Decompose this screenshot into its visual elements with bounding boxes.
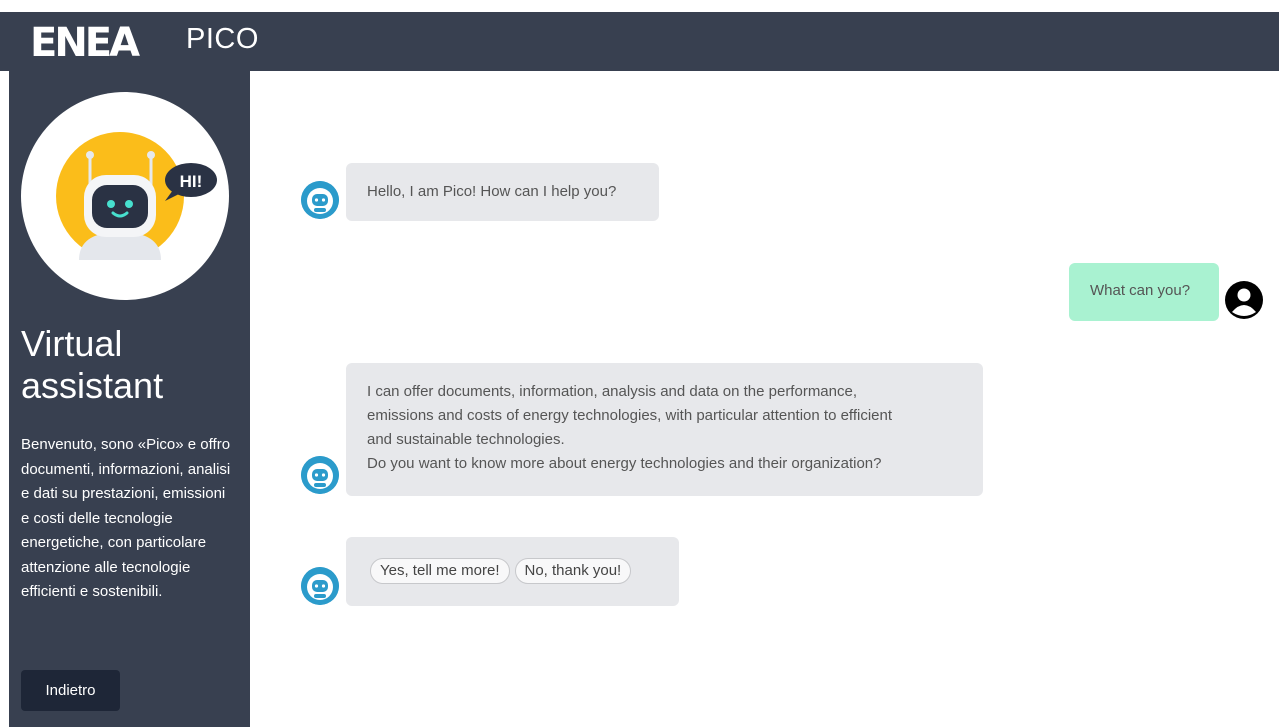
bot-message-bubble: Hello, I am Pico! How can I help you? (346, 163, 659, 221)
bot-message-line: and sustainable technologies. (367, 431, 565, 448)
no-thank-you-button[interactable]: No, thank you! (514, 558, 632, 584)
sidebar-description: Benvenuto, sono «Pico» e offro documenti… (21, 436, 231, 600)
robot-hi-illustration: HI! (56, 132, 217, 260)
robot-icon (301, 567, 339, 605)
user-circle-icon (1224, 280, 1264, 325)
bot-message-bubble: I can offer documents, information, anal… (346, 363, 983, 496)
yes-tell-me-more-button[interactable]: Yes, tell me more! (370, 558, 510, 584)
enea-logo: ENEA (30, 24, 143, 58)
bot-message-text: Hello, I am Pico! How can I help you? (367, 183, 617, 200)
user-message-bubble: What can you? (1069, 263, 1219, 321)
svg-text:HI!: HI! (180, 172, 203, 191)
app-name: PICO (186, 23, 259, 55)
sidebar-title: Virtual assistant (21, 323, 164, 406)
robot-icon (301, 181, 339, 219)
assistant-avatar: HI! (21, 92, 229, 300)
robot-icon (301, 456, 339, 494)
sidebar: HI! Virtual assistant Benvenuto, sono «P… (9, 71, 250, 727)
bot-message-line: emissions and costs of energy technologi… (367, 407, 893, 424)
bot-message-line: Do you want to know more about energy te… (367, 455, 882, 472)
app-header: ENEA PICO (0, 12, 1279, 71)
top-strip (0, 0, 1279, 12)
back-button[interactable]: Indietro (21, 670, 120, 711)
bot-message-line: I can offer documents, information, anal… (367, 383, 858, 400)
chat-area: Hello, I am Pico! How can I help you? Wh… (250, 71, 1279, 727)
user-message-text: What can you? (1090, 282, 1191, 299)
quick-replies-bubble: Yes, tell me more! No, thank you! (346, 537, 679, 606)
svg-text:ENEA: ENEA (30, 24, 140, 58)
